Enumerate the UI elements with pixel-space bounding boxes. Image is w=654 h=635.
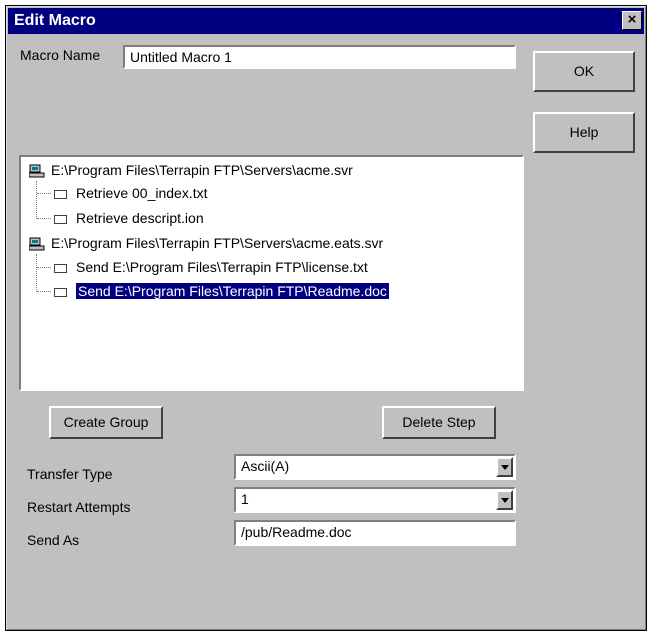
step-icon	[54, 263, 67, 273]
tree-step-label: Send E:\Program Files\Terrapin FTP\Readm…	[75, 282, 390, 300]
tree-connector	[37, 291, 51, 292]
window-title: Edit Macro	[14, 12, 96, 29]
chevron-down-icon[interactable]	[496, 490, 513, 510]
tree-step-label: Retrieve descript.ion	[76, 210, 204, 226]
ok-button[interactable]: OK	[533, 51, 635, 92]
macro-name-label: Macro Name	[20, 47, 101, 63]
macro-name-input[interactable]: Untitled Macro 1	[123, 45, 516, 69]
transfer-type-value: Ascii(A)	[241, 458, 290, 474]
title-bar: Edit Macro ×	[8, 8, 644, 34]
delete-step-button[interactable]: Delete Step	[382, 406, 496, 439]
ok-button-label: OK	[573, 63, 595, 79]
help-button-label: Help	[569, 124, 599, 140]
tree-connector	[36, 254, 37, 292]
tree-step-node[interactable]: Retrieve descript.ion	[54, 210, 204, 226]
create-group-label: Create Group	[63, 414, 149, 430]
create-group-button[interactable]: Create Group	[49, 406, 163, 439]
step-icon	[54, 287, 67, 297]
tree-server-label: E:\Program Files\Terrapin FTP\Servers\ac…	[51, 162, 353, 178]
step-icon	[54, 189, 67, 199]
transfer-type-label: Transfer Type	[27, 466, 113, 482]
step-icon	[54, 214, 67, 224]
edit-macro-dialog: Edit Macro × Macro Name Untitled Macro 1…	[5, 5, 647, 631]
tree-connector	[37, 218, 51, 219]
tree-step-node[interactable]: Retrieve 00_index.txt	[54, 185, 208, 201]
tree-server-label: E:\Program Files\Terrapin FTP\Servers\ac…	[51, 235, 384, 251]
tree-step-label: Retrieve 00_index.txt	[76, 185, 208, 201]
delete-step-label: Delete Step	[402, 414, 476, 430]
send-as-input[interactable]: /pub/Readme.doc	[234, 520, 516, 546]
macro-steps-tree[interactable]: E:\Program Files\Terrapin FTP\Servers\ac…	[19, 155, 524, 391]
tree-step-label: Send E:\Program Files\Terrapin FTP\licen…	[76, 259, 368, 275]
restart-attempts-value: 1	[241, 491, 249, 507]
server-icon	[28, 237, 45, 251]
restart-attempts-select[interactable]: 1	[234, 487, 516, 513]
close-button[interactable]: ×	[622, 11, 642, 30]
tree-server-node[interactable]: E:\Program Files\Terrapin FTP\Servers\ac…	[28, 162, 353, 178]
restart-attempts-label: Restart Attempts	[27, 499, 131, 515]
tree-connector	[36, 181, 37, 219]
tree-step-node[interactable]: Send E:\Program Files\Terrapin FTP\licen…	[54, 259, 368, 275]
transfer-type-select[interactable]: Ascii(A)	[234, 454, 516, 480]
tree-connector	[37, 193, 51, 194]
server-icon	[28, 164, 45, 178]
tree-server-node[interactable]: E:\Program Files\Terrapin FTP\Servers\ac…	[28, 235, 384, 251]
tree-step-node-selected[interactable]: Send E:\Program Files\Terrapin FTP\Readm…	[54, 282, 390, 300]
help-button[interactable]: Help	[533, 112, 635, 153]
send-as-label: Send As	[27, 532, 80, 548]
tree-connector	[37, 267, 51, 268]
chevron-down-icon[interactable]	[496, 457, 513, 477]
